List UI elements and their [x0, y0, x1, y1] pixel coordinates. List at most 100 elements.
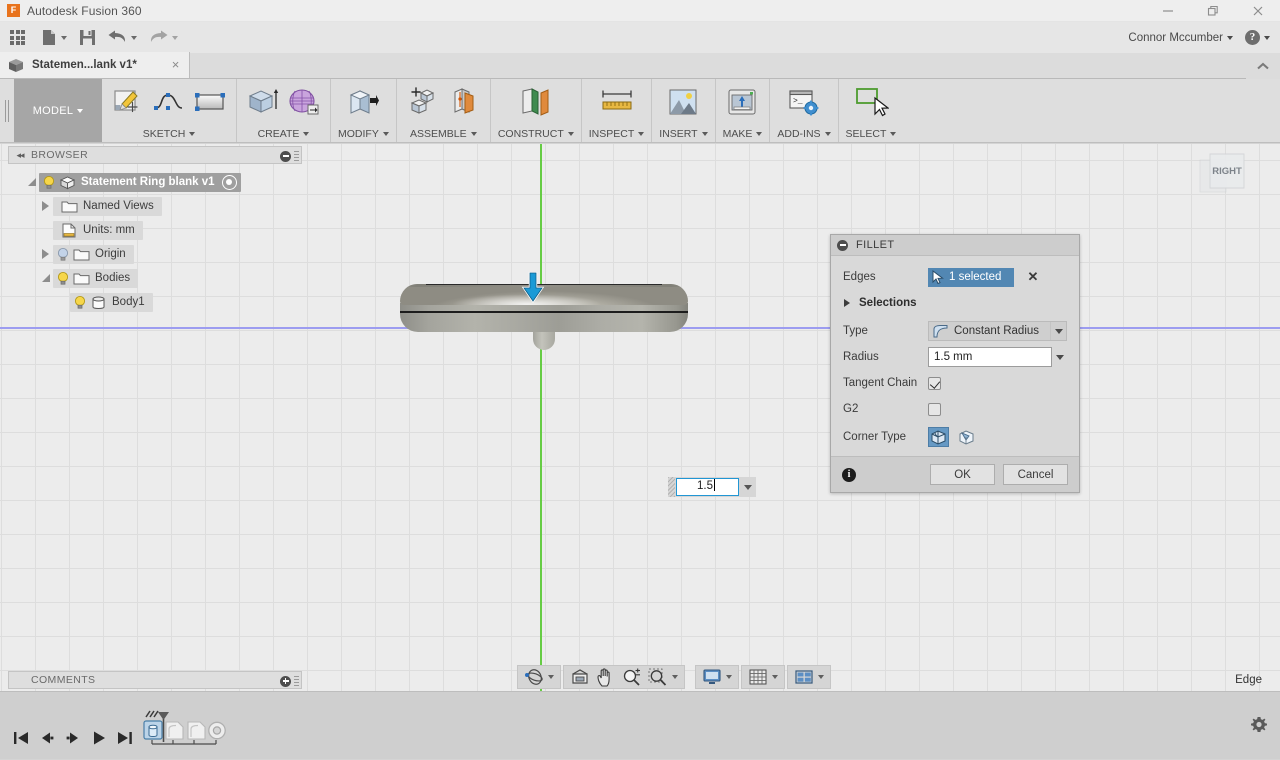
tree-item-units[interactable]: Units: mm [8, 218, 302, 242]
minus-circle-icon[interactable] [837, 239, 848, 251]
selections-section-toggle[interactable]: Selections [843, 291, 1067, 315]
minimize-icon[interactable] [1145, 0, 1190, 22]
view-cube[interactable]: RIGHT [1196, 144, 1258, 193]
tree-item-bodies[interactable]: Bodies [8, 266, 302, 290]
chevron-down-icon[interactable] [1050, 322, 1066, 340]
type-dropdown[interactable]: Constant Radius [928, 321, 1067, 341]
go-to-start-icon[interactable] [8, 723, 34, 753]
chevron-down-icon[interactable] [740, 477, 756, 497]
save-icon[interactable] [73, 22, 102, 53]
pan-icon[interactable] [593, 666, 619, 688]
step-back-icon[interactable] [34, 723, 60, 753]
new-file-icon[interactable] [35, 22, 73, 53]
light-bulb-on-icon[interactable] [42, 175, 56, 190]
go-to-end-icon[interactable] [112, 723, 138, 753]
help-menu[interactable]: ? [1239, 22, 1276, 53]
twist-closed-icon[interactable] [38, 242, 53, 266]
tangent-chain-checkbox[interactable] [928, 376, 941, 390]
rectangle-icon[interactable] [191, 84, 229, 120]
g2-checkbox[interactable] [928, 402, 941, 416]
close-icon[interactable] [1235, 0, 1280, 22]
grip-handle-icon[interactable] [294, 150, 299, 162]
ribbon-grip-handle[interactable] [0, 79, 14, 142]
undo-icon[interactable] [102, 22, 143, 53]
scripts-addins-icon[interactable]: >_ [785, 84, 823, 120]
twist-closed-icon[interactable] [38, 194, 53, 218]
chevron-down-icon[interactable] [726, 675, 732, 679]
ribbon-panel-addins-label[interactable]: ADD-INS [777, 126, 831, 142]
3d-print-icon[interactable] [723, 84, 761, 120]
ribbon-panel-select-label[interactable]: SELECT [846, 126, 897, 142]
play-icon[interactable] [86, 723, 112, 753]
step-forward-icon[interactable] [60, 723, 86, 753]
tree-item-statement-ring-blank[interactable]: Statement Ring blank v1 [8, 170, 302, 194]
fillet-dialog-header[interactable]: FILLET [831, 235, 1079, 256]
chevron-down-icon[interactable] [818, 675, 824, 679]
orbit-icon[interactable] [521, 666, 547, 688]
close-icon[interactable]: × [169, 58, 182, 72]
workspace-selector[interactable]: MODEL [14, 79, 102, 142]
light-bulb-off-icon[interactable] [56, 247, 70, 262]
ok-button[interactable]: OK [930, 464, 995, 485]
chevron-down-icon[interactable] [672, 675, 678, 679]
plus-circle-icon[interactable] [280, 675, 291, 687]
ribbon-panel-make-label[interactable]: MAKE [723, 126, 763, 142]
edges-selection-chip[interactable]: 1 selected [928, 267, 1014, 287]
zoom-window-icon[interactable] [645, 666, 671, 688]
chevron-down-icon[interactable] [1052, 347, 1067, 367]
ribbon-panel-modify-label[interactable]: MODIFY [338, 126, 389, 142]
redo-icon[interactable] [143, 22, 184, 53]
clear-selection-icon[interactable]: ✕ [1026, 270, 1040, 283]
press-pull-icon[interactable] [344, 84, 382, 120]
create-form-icon[interactable] [285, 84, 323, 120]
tree-item-body1[interactable]: Body1 [8, 290, 302, 314]
collapse-left-icon[interactable]: ◂◂ [9, 146, 31, 164]
cancel-button[interactable]: Cancel [1003, 464, 1068, 485]
radius-inline-input[interactable]: 1.5 [676, 478, 739, 496]
grip-handle-icon[interactable] [294, 675, 299, 687]
spline-icon[interactable] [150, 84, 188, 120]
document-tab-active[interactable]: Statemen...lank v1* × [0, 52, 190, 78]
blue-down-arrow-icon[interactable] [521, 271, 545, 304]
user-menu[interactable]: Connor Mccumber [1122, 22, 1239, 53]
twist-open-icon[interactable] [38, 266, 53, 290]
ribbon-panel-inspect-label[interactable]: INSPECT [589, 126, 645, 142]
measure-icon[interactable] [598, 84, 636, 120]
info-icon[interactable]: i [842, 467, 856, 482]
offset-plane-icon[interactable] [517, 84, 555, 120]
insert-image-icon[interactable] [664, 84, 702, 120]
tree-item-origin[interactable]: Origin [8, 242, 302, 266]
new-component-icon[interactable] [404, 84, 442, 120]
light-bulb-on-icon[interactable] [56, 271, 70, 286]
setback-icon[interactable] [956, 427, 977, 447]
chevron-up-icon[interactable] [1246, 53, 1280, 79]
grid-snaps-icon[interactable] [745, 666, 771, 688]
display-state-icon[interactable] [221, 174, 237, 190]
ribbon-panel-sketch-label[interactable]: SKETCH [143, 126, 196, 142]
extrude-icon[interactable] [244, 84, 282, 120]
gear-icon[interactable] [1248, 714, 1270, 736]
display-settings-icon[interactable] [699, 666, 725, 688]
ribbon-panel-insert-label[interactable]: INSERT [659, 126, 708, 142]
radius-input[interactable]: 1.5 mm [928, 347, 1052, 367]
grip-handle-icon[interactable] [668, 477, 675, 497]
inline-value-field[interactable]: 1.5 [668, 477, 756, 497]
ribbon-panel-create-label[interactable]: CREATE [258, 126, 310, 142]
viewports-icon[interactable] [791, 666, 817, 688]
ribbon-panel-construct-label[interactable]: CONSTRUCT [498, 126, 574, 142]
tree-item-named-views[interactable]: Named Views [8, 194, 302, 218]
ribbon-panel-assemble-label[interactable]: ASSEMBLE [410, 126, 477, 142]
twist-open-icon[interactable] [24, 170, 39, 194]
light-bulb-on-icon[interactable] [73, 295, 87, 310]
rolling-ball-icon[interactable] [928, 427, 949, 447]
restore-icon[interactable] [1190, 0, 1235, 22]
zoom-icon[interactable] [619, 666, 645, 688]
look-at-icon[interactable] [567, 666, 593, 688]
joint-icon[interactable] [445, 84, 483, 120]
minus-circle-icon[interactable] [280, 150, 291, 162]
app-grid-icon[interactable] [0, 22, 35, 53]
model-selected-edge[interactable] [400, 311, 688, 313]
select-window-icon[interactable] [852, 84, 890, 120]
create-sketch-icon[interactable] [109, 84, 147, 120]
chevron-down-icon[interactable] [772, 675, 778, 679]
